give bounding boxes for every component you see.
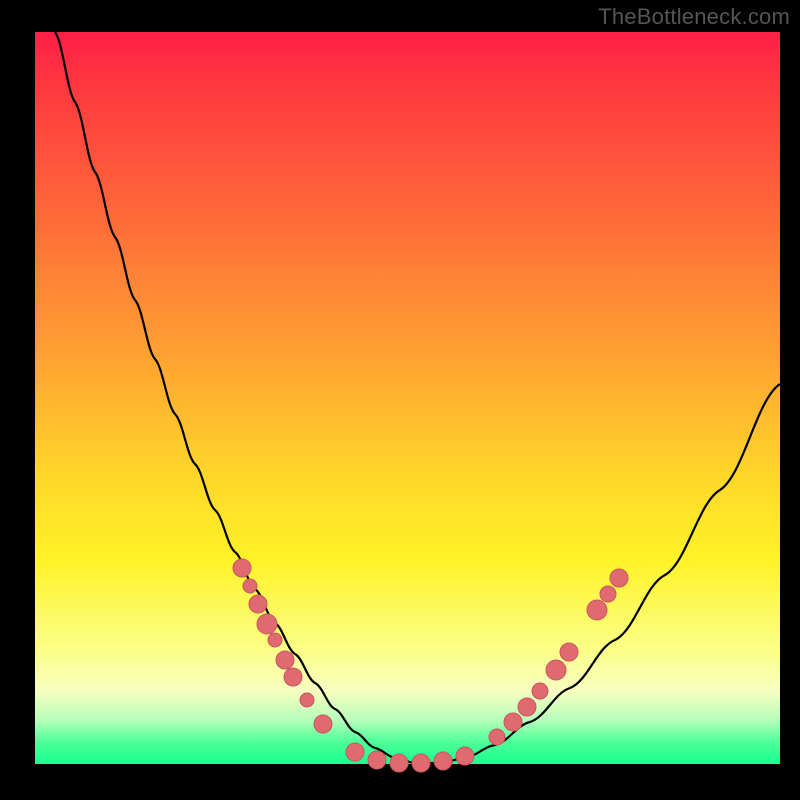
watermark-label: TheBottleneck.com [598,4,790,30]
data-dot [346,743,364,761]
bottleneck-curve [55,32,780,763]
data-dot [284,668,302,686]
data-dot [532,683,548,699]
data-dot [560,643,578,661]
data-dot [610,569,628,587]
chart-frame: TheBottleneck.com [0,0,800,800]
data-dot [546,660,566,680]
data-dot [504,713,522,731]
data-dot [268,633,282,647]
data-dot [257,614,277,634]
data-dot [489,729,505,745]
data-dots [233,559,628,772]
data-dot [300,693,314,707]
data-dot [314,715,332,733]
data-dot [587,600,607,620]
data-dot [368,751,386,769]
data-dot [243,579,257,593]
data-dot [456,747,474,765]
chart-svg [35,32,780,764]
data-dot [412,754,430,772]
data-dot [518,698,536,716]
data-dot [276,651,294,669]
data-dot [434,752,452,770]
data-dot [600,586,616,602]
plot-area [35,32,780,764]
data-dot [233,559,251,577]
data-dot [390,754,408,772]
data-dot [249,595,267,613]
